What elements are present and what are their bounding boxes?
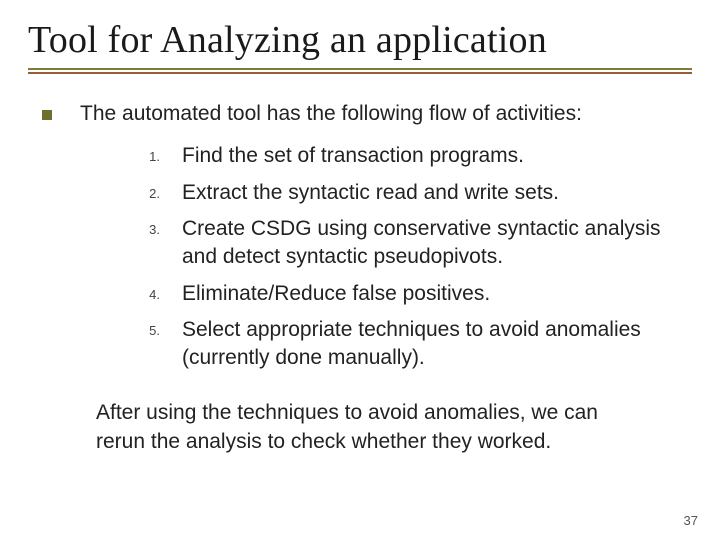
step-text: Create CSDG using conservative syntactic…: [182, 215, 676, 272]
step-number: 5: [146, 316, 160, 373]
page-number: 37: [684, 513, 698, 528]
closing-text: After using the techniques to avoid anom…: [96, 399, 624, 457]
step-text: Eliminate/Reduce false positives.: [182, 280, 676, 308]
step-text: Extract the syntactic read and write set…: [182, 179, 676, 207]
list-item: 4 Eliminate/Reduce false positives.: [146, 280, 676, 308]
list-item: 1 Find the set of transaction programs.: [146, 142, 676, 170]
steps-list: 1 Find the set of transaction programs. …: [36, 142, 684, 372]
step-number: 3: [146, 215, 160, 272]
divider-olive: [28, 68, 692, 70]
slide: Tool for Analyzing an application The au…: [0, 0, 720, 540]
step-number: 2: [146, 179, 160, 207]
lead-row: The automated tool has the following flo…: [42, 100, 684, 128]
list-item: 3 Create CSDG using conservative syntact…: [146, 215, 676, 272]
slide-body: The automated tool has the following flo…: [28, 74, 692, 457]
lead-text: The automated tool has the following flo…: [80, 100, 684, 128]
step-text: Select appropriate techniques to avoid a…: [182, 316, 676, 373]
step-number: 4: [146, 280, 160, 308]
list-item: 2 Extract the syntactic read and write s…: [146, 179, 676, 207]
square-bullet-icon: [42, 110, 52, 120]
list-item: 5 Select appropriate techniques to avoid…: [146, 316, 676, 373]
slide-title: Tool for Analyzing an application: [28, 18, 692, 62]
step-text: Find the set of transaction programs.: [182, 142, 676, 170]
step-number: 1: [146, 142, 160, 170]
